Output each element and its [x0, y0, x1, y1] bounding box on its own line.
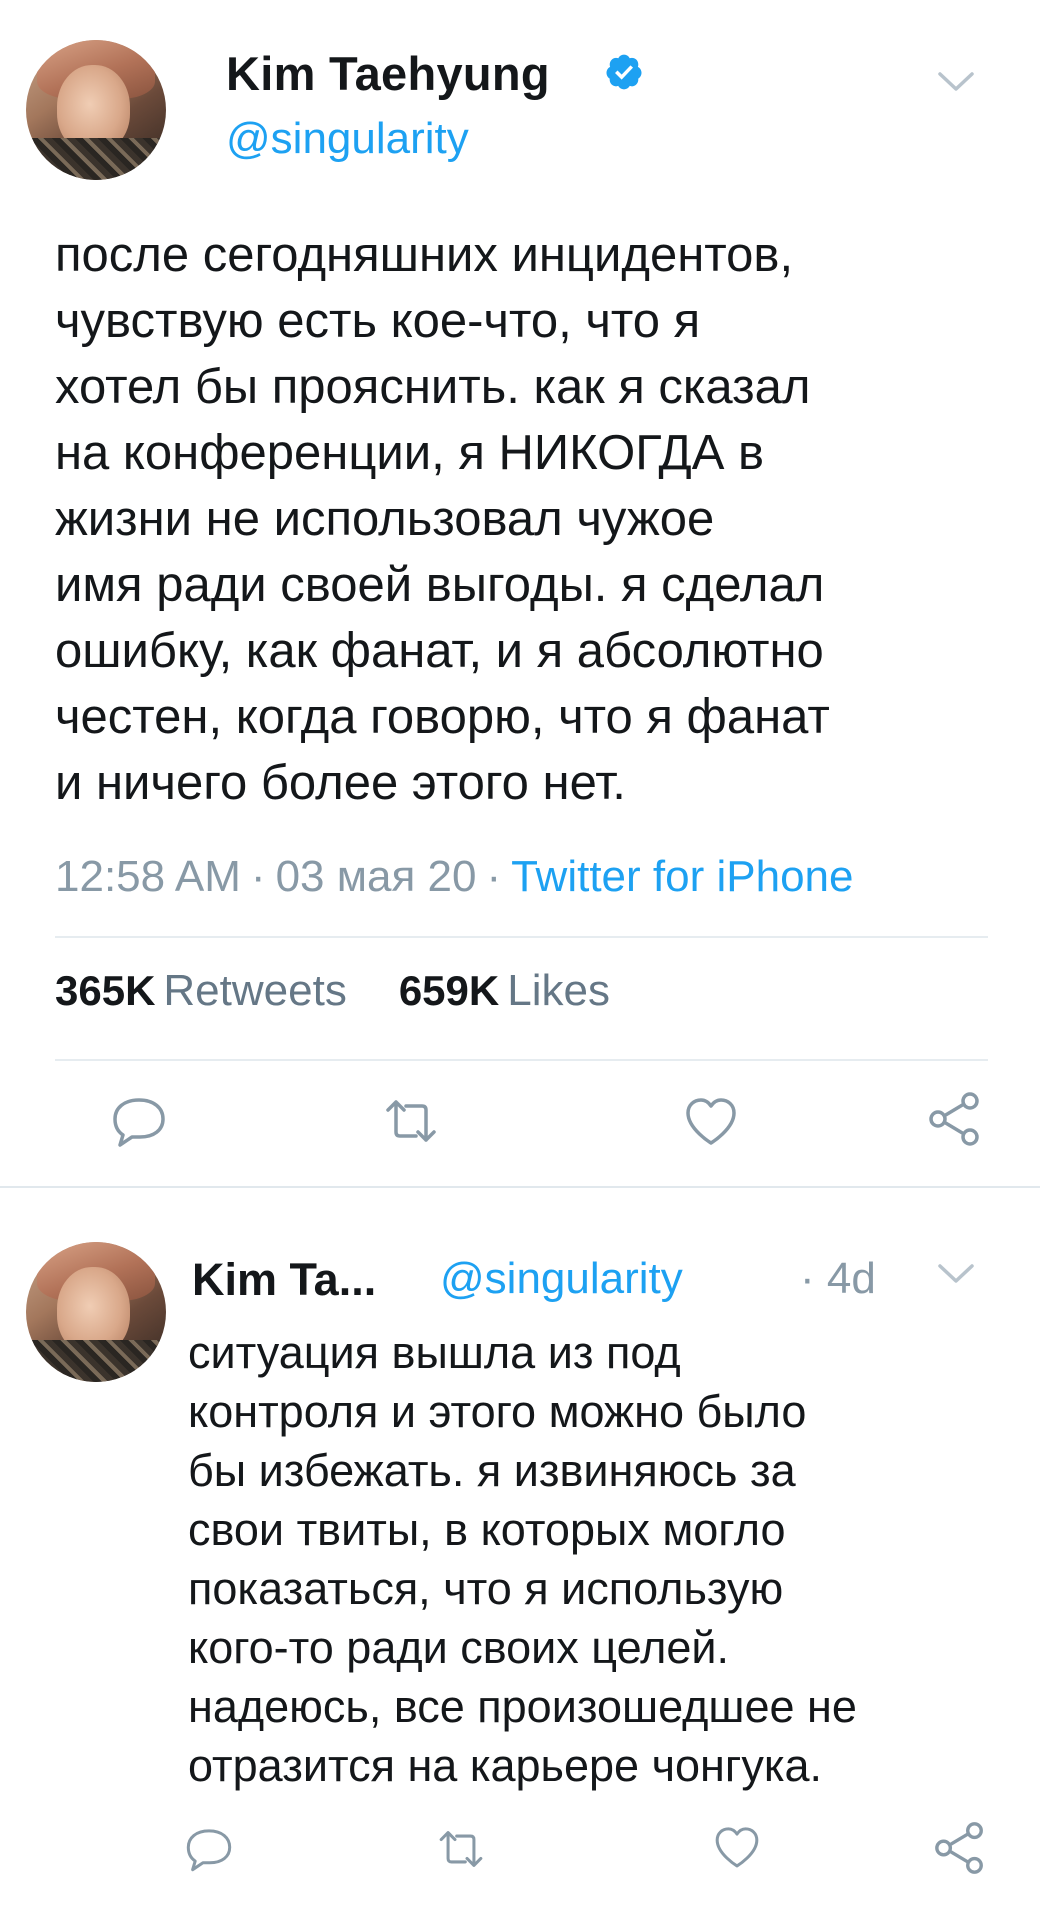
likes-stat[interactable]: 659K Likes — [399, 966, 610, 1015]
tweet-source-link[interactable]: Twitter for iPhone — [511, 852, 853, 901]
tweet-date: 03 мая 20 — [275, 852, 477, 901]
tweet-text-line: хотел бы прояснить. как я сказал — [55, 360, 811, 414]
tweet-text-line: после сегодняшних инцидентов, — [55, 228, 794, 282]
meta-separator: · — [250, 852, 266, 901]
author-handle[interactable]: @singularity — [440, 1254, 683, 1304]
tweet-text: после сегодняшних инцидентов, чувствую е… — [55, 222, 1015, 816]
main-tweet: Kim Taehyung @singularity после сегодняш… — [0, 0, 1040, 1186]
tweet-text-line: имя ради своей выгоды. я сделал — [55, 558, 825, 612]
tweet-text-line: бы избежать. я извиняюсь за — [188, 1445, 796, 1496]
reply-icon[interactable] — [184, 1824, 242, 1882]
tweet-text-line: ситуация вышла из под — [188, 1327, 681, 1378]
tweet-detail-page: Kim Taehyung @singularity после сегодняш… — [0, 0, 1040, 1920]
retweets-stat[interactable]: 365K Retweets — [55, 966, 347, 1015]
tweet-text-line: ошибку, как фанат, и я абсолютно — [55, 624, 824, 678]
author-name[interactable]: Kim Taehyung — [226, 46, 550, 101]
tweet-text-line: свои твиты, в которых могло — [188, 1504, 786, 1555]
author-handle[interactable]: @singularity — [226, 114, 469, 164]
tweet-separator — [0, 1186, 1040, 1188]
tweet-time: 12:58 AM — [55, 852, 241, 901]
like-icon[interactable] — [712, 1822, 770, 1880]
likes-label: Likes — [507, 966, 610, 1015]
tweet-text: ситуация вышла из под контроля и этого м… — [188, 1323, 1008, 1795]
verified-badge-icon — [604, 52, 644, 92]
tweet-meta: 12:58 AM · 03 мая 20 · Twitter for iPhone — [55, 852, 853, 902]
profile-avatar[interactable] — [26, 1242, 166, 1382]
retweets-count: 365K — [55, 967, 156, 1014]
share-icon[interactable] — [932, 1820, 990, 1878]
share-icon[interactable] — [926, 1090, 984, 1148]
like-icon[interactable] — [682, 1092, 740, 1150]
retweets-label: Retweets — [163, 966, 347, 1015]
tweet-time: · 4d — [800, 1254, 876, 1303]
tweet-text-line: честен, когда говорю, что я фанат — [55, 690, 830, 744]
author-name[interactable]: Kim Ta... — [192, 1254, 376, 1306]
divider — [55, 1059, 988, 1061]
chevron-down-icon[interactable] — [936, 1262, 976, 1286]
tweet-text-line: контроля и этого можно было — [188, 1386, 807, 1437]
likes-count: 659K — [398, 967, 500, 1014]
tweet-text-line: чувствую есть кое-что, что я — [55, 294, 701, 348]
tweet-text-line: и ничего более этого нет. — [55, 756, 626, 810]
profile-avatar[interactable] — [26, 40, 166, 180]
chevron-down-icon[interactable] — [936, 70, 976, 94]
tweet-text-line: на конференции, я НИКОГДА в — [55, 426, 765, 480]
tweet-text-line: отразится на карьере чонгука. — [188, 1740, 823, 1791]
tweet-text-line: жизни не использовал чужое — [55, 492, 715, 546]
retweet-icon[interactable] — [382, 1092, 440, 1150]
reply-icon[interactable] — [110, 1092, 168, 1150]
tweet-text-line: надеюсь, все произошедшее не — [188, 1681, 857, 1732]
tweet-text-line: кого-то ради своих целей. — [188, 1622, 730, 1673]
divider — [55, 936, 988, 938]
tweet-stats: 365K Retweets 659K Likes — [55, 966, 610, 1016]
retweet-icon[interactable] — [436, 1824, 494, 1882]
meta-separator: · — [486, 852, 502, 901]
tweet-text-line: показаться, что я использую — [188, 1563, 784, 1614]
